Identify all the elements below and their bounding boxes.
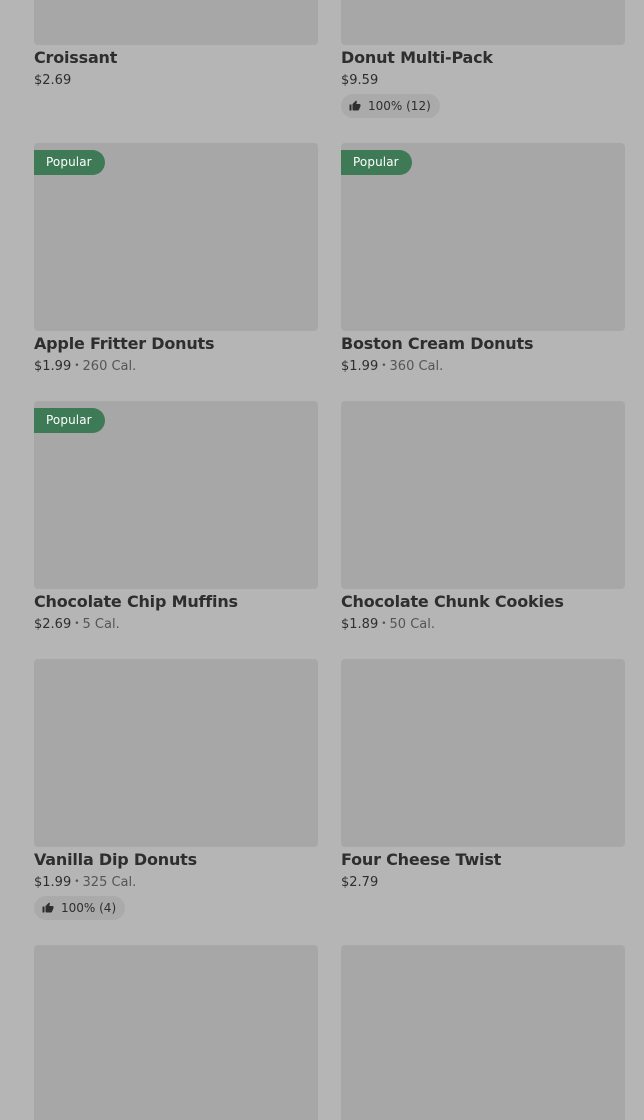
price-value: $1.99 (34, 359, 72, 374)
rating-text: 100% (12) (368, 99, 431, 113)
item-name: Croissant (34, 48, 118, 67)
item-name: Four Cheese Twist (341, 850, 502, 869)
item-price: $2.79 (341, 875, 378, 890)
thumbs-up-icon (349, 100, 361, 111)
popular-badge: Popular (34, 150, 105, 175)
thumbs-up-icon (42, 902, 54, 913)
item-name: Chocolate Chunk Cookies (341, 592, 564, 611)
item-image[interactable] (34, 0, 318, 45)
separator-dot: • (74, 619, 80, 629)
rating-pill: 100% (4) (34, 896, 126, 920)
price-value: $9.59 (341, 73, 379, 88)
item-name: Chocolate Chip Muffins (34, 592, 238, 611)
item-name: Vanilla Dip Donuts (34, 850, 197, 869)
item-image[interactable] (34, 659, 318, 847)
item-image[interactable] (341, 945, 625, 1120)
calories-value: 5 Cal. (82, 617, 120, 632)
separator-dot: • (74, 877, 80, 887)
item-image[interactable] (341, 659, 625, 847)
price-value: $2.69 (34, 73, 72, 88)
price-value: $1.89 (341, 617, 379, 632)
rating-pill: 100% (12) (341, 94, 440, 118)
item-image[interactable] (341, 401, 625, 589)
item-price: $1.99 • 260 Cal. (34, 359, 136, 374)
rating-text: 100% (4) (61, 901, 117, 915)
item-price: $1.89 • 50 Cal. (341, 617, 435, 632)
calories-value: 260 Cal. (82, 359, 137, 374)
price-value: $1.99 (341, 359, 379, 374)
popular-badge: Popular (34, 408, 105, 433)
calories-value: 360 Cal. (389, 359, 444, 374)
item-name: Donut Multi-Pack (341, 48, 493, 67)
item-price: $9.59 (341, 73, 378, 88)
price-value: $1.99 (34, 875, 72, 890)
item-image[interactable] (34, 945, 318, 1120)
popular-badge: Popular (341, 150, 412, 175)
separator-dot: • (381, 361, 387, 371)
price-value: $2.79 (341, 875, 379, 890)
separator-dot: • (74, 361, 80, 371)
item-image[interactable] (341, 0, 625, 45)
item-price: $1.99 • 360 Cal. (341, 359, 443, 374)
item-price: $2.69 • 5 Cal. (34, 617, 120, 632)
calories-value: 325 Cal. (82, 875, 137, 890)
price-value: $2.69 (34, 617, 72, 632)
item-price: $1.99 • 325 Cal. (34, 875, 136, 890)
item-name: Apple Fritter Donuts (34, 334, 215, 353)
item-name: Boston Cream Donuts (341, 334, 534, 353)
item-price: $2.69 (34, 73, 71, 88)
separator-dot: • (381, 619, 387, 629)
calories-value: 50 Cal. (389, 617, 435, 632)
